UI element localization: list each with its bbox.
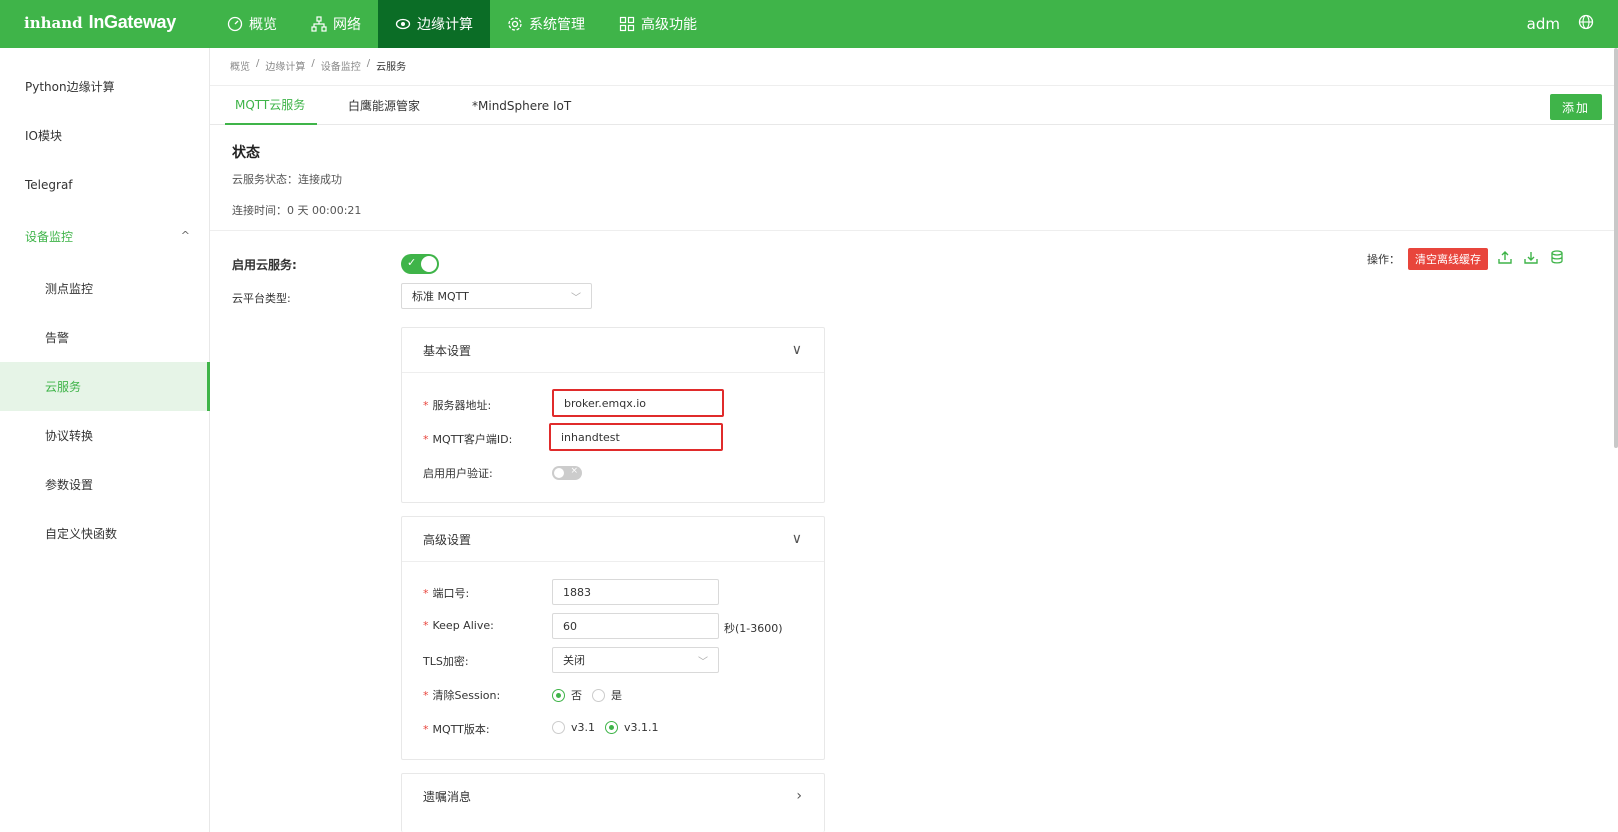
chevron-down-icon: ﹀ xyxy=(698,657,708,668)
breadcrumb-current: 云服务 xyxy=(376,62,407,73)
enable-auth-toggle[interactable]: × xyxy=(552,466,582,480)
page-scrollbar[interactable] xyxy=(1614,48,1618,448)
sidebar-item-custom-quick-function[interactable]: 自定义快函数 xyxy=(0,509,208,558)
clean-session-label: * 清除Session: xyxy=(423,689,501,702)
chevron-right-icon: › xyxy=(796,788,802,804)
platform-type-select[interactable]: 标准 MQTT ﹀ xyxy=(401,283,592,309)
mqtt-client-id-label: * MQTT客户端ID: xyxy=(423,433,513,446)
tab-mindsphere[interactable]: *MindSphere IoT xyxy=(472,86,571,125)
sidebar-item-point-monitor[interactable]: 测点监控 xyxy=(0,264,208,313)
tab-mqtt-cloud[interactable]: MQTT云服务 xyxy=(225,86,317,125)
mqtt-version-v311-radio[interactable]: v3.1.1 xyxy=(605,721,659,734)
tab-energy-manager[interactable]: 白鹰能源管家 xyxy=(348,86,420,125)
dashboard-icon xyxy=(227,16,243,32)
mqtt-version-radio-group: v3.1 v3.1.1 xyxy=(552,721,659,734)
keepalive-input[interactable]: 60 xyxy=(552,613,719,639)
sidebar-item-protocol-conversion[interactable]: 协议转换 xyxy=(0,411,208,460)
clean-session-no-radio[interactable]: 否 xyxy=(552,687,582,703)
toggle-knob xyxy=(554,468,564,478)
section-divider xyxy=(210,230,1614,231)
chevron-down-icon: ∨ xyxy=(791,342,802,358)
logo: inhand InGateway xyxy=(24,12,176,33)
inhand-logo-icon: inhand xyxy=(24,13,83,32)
edge-computing-icon xyxy=(395,16,411,32)
clean-session-yes-radio[interactable]: 是 xyxy=(592,687,622,703)
database-icon[interactable] xyxy=(1548,250,1566,268)
sidebar-item-device-monitor[interactable]: 设备监控 ^ xyxy=(0,212,208,261)
platform-type-label: 云平台类型: xyxy=(232,292,291,305)
brand-name: InGateway xyxy=(88,12,177,32)
server-address-input[interactable]: broker.emqx.io xyxy=(552,389,724,417)
status-title: 状态 xyxy=(232,145,260,161)
operations-bar: 操作： 清空离线缓存 xyxy=(1367,248,1566,270)
tls-label: TLS加密: xyxy=(423,655,469,668)
breadcrumb-edge-computing[interactable]: 边缘计算 xyxy=(265,58,305,73)
breadcrumb-overview[interactable]: 概览 xyxy=(230,58,250,73)
nav-network[interactable]: 网络 xyxy=(294,0,378,48)
toggle-knob xyxy=(421,256,437,272)
chevron-up-icon: ^ xyxy=(180,229,190,242)
enable-auth-label: 启用用户验证: xyxy=(423,467,493,480)
sidebar-item-python-edge[interactable]: Python边缘计算 xyxy=(0,62,208,111)
nav-overview[interactable]: 概览 xyxy=(210,0,294,48)
sidebar-item-parameter-settings[interactable]: 参数设置 xyxy=(0,460,208,509)
chevron-down-icon: ﹀ xyxy=(571,293,581,304)
sidebar: Python边缘计算 IO模块 Telegraf 设备监控 ^ 测点监控 告警 … xyxy=(0,48,210,832)
will-message-header[interactable]: 遗嘱消息 › xyxy=(402,774,824,819)
sidebar-item-io-module[interactable]: IO模块 xyxy=(0,111,208,160)
nav-system-management[interactable]: 系统管理 xyxy=(490,0,602,48)
user-menu[interactable]: adm xyxy=(1527,15,1560,33)
check-icon: ✓ xyxy=(407,256,417,269)
operations-label: 操作： xyxy=(1367,253,1400,266)
tabs-bar: MQTT云服务 白鹰能源管家 *MindSphere IoT 添加 xyxy=(210,85,1614,125)
connect-time-text: 连接时间：0 天 00:00:21 xyxy=(232,204,362,217)
basic-settings-panel: 基本设置 ∨ * 服务器地址: broker.emqx.io * MQTT客户端ID… xyxy=(401,327,825,503)
enable-cloud-toggle[interactable]: ✓ xyxy=(401,254,439,274)
port-label: * 端口号: xyxy=(423,587,470,600)
will-message-panel: 遗嘱消息 › xyxy=(401,773,825,832)
sidebar-item-cloud-service[interactable]: 云服务 xyxy=(0,362,210,411)
mqtt-version-v31-radio[interactable]: v3.1 xyxy=(552,721,595,734)
keepalive-label: * Keep Alive: xyxy=(423,619,494,632)
sidebar-item-alarm[interactable]: 告警 xyxy=(0,313,208,362)
sidebar-item-label: 设备监控 xyxy=(25,230,74,244)
clean-session-radio-group: 否 是 xyxy=(552,687,622,703)
nav-edge-computing[interactable]: 边缘计算 xyxy=(378,0,490,48)
breadcrumb-device-monitor[interactable]: 设备监控 xyxy=(321,58,361,73)
advanced-settings-header[interactable]: 高级设置 ∨ xyxy=(402,517,824,562)
nav-advanced-features[interactable]: 高级功能 xyxy=(602,0,714,48)
add-button[interactable]: 添加 xyxy=(1550,94,1602,120)
top-navbar: inhand InGateway 概览 网络 边缘计算 系统管理 高级功能 ad… xyxy=(0,0,1618,48)
network-icon xyxy=(311,16,327,32)
download-icon[interactable] xyxy=(1522,250,1540,268)
close-icon: × xyxy=(570,466,578,476)
cloud-status-text: 云服务状态：连接成功 xyxy=(232,173,342,186)
sidebar-item-telegraf[interactable]: Telegraf xyxy=(0,160,208,209)
globe-icon[interactable] xyxy=(1578,14,1594,34)
clear-offline-cache-button[interactable]: 清空离线缓存 xyxy=(1408,248,1488,270)
keepalive-unit: 秒(1-3600) xyxy=(724,622,783,635)
server-address-label: * 服务器地址: xyxy=(423,399,492,412)
port-input[interactable]: 1883 xyxy=(552,579,719,605)
enable-cloud-label: 启用云服务: xyxy=(232,258,297,272)
top-right-area: adm xyxy=(1527,0,1594,48)
advanced-settings-panel: 高级设置 ∨ * 端口号: 1883 * Keep Alive: 60 秒(1-36… xyxy=(401,516,825,760)
chevron-down-icon: ∨ xyxy=(791,531,802,547)
upload-icon[interactable] xyxy=(1496,250,1514,268)
gear-icon xyxy=(507,16,523,32)
basic-settings-header[interactable]: 基本设置 ∨ xyxy=(402,328,824,373)
breadcrumb: 概览 / 边缘计算 / 设备监控 / 云服务 xyxy=(230,58,407,73)
tls-select[interactable]: 关闭 ﹀ xyxy=(552,647,719,673)
mqtt-client-id-input[interactable]: inhandtest xyxy=(549,423,723,451)
main-nav: 概览 网络 边缘计算 系统管理 高级功能 xyxy=(210,0,714,48)
mqtt-version-label: * MQTT版本: xyxy=(423,723,490,736)
grid-icon xyxy=(619,16,635,32)
